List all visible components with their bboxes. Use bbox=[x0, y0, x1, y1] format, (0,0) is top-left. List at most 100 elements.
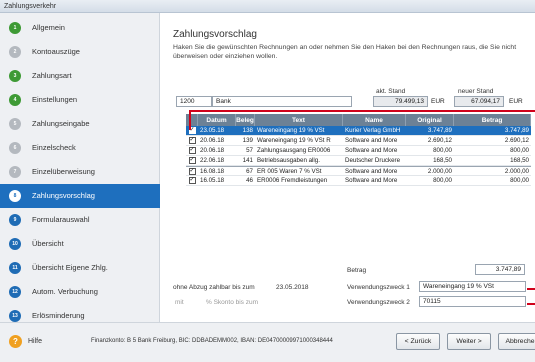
step-number-icon: 5 bbox=[9, 118, 21, 130]
step-number-icon: 4 bbox=[9, 94, 21, 106]
step-number-icon: 9 bbox=[9, 214, 21, 226]
sidebar-step-label: Einzelüberweisung bbox=[32, 167, 95, 176]
checkbox-check-icon[interactable]: ✓ bbox=[188, 176, 196, 184]
neuer-stand-currency: EUR bbox=[509, 98, 523, 105]
sidebar-step-label: Kontoauszüge bbox=[32, 47, 80, 56]
table-row[interactable]: ✓ 20.06.18 139 Wareneingang 19 % VSt R Softw… bbox=[186, 136, 531, 146]
row-checkbox[interactable]: ✓ bbox=[186, 176, 198, 185]
checkbox-check-icon[interactable]: ✓ bbox=[188, 156, 196, 164]
cell-betrag: 800,00 bbox=[510, 147, 529, 154]
sidebar-step-label: Autom. Verbuchung bbox=[32, 287, 98, 296]
sidebar-step-label: Allgemein bbox=[32, 23, 65, 32]
sidebar-step-11[interactable]: 11 Übersicht Eigene Zhlg. bbox=[0, 256, 160, 280]
cell-datum: 23.05.18 bbox=[200, 127, 225, 134]
col-header-beleg[interactable]: Beleg bbox=[236, 114, 255, 126]
help-link[interactable]: Hilfe bbox=[28, 338, 42, 345]
ohne-abzug-label: ohne Abzug zahlbar bis zum bbox=[173, 284, 255, 291]
ohne-abzug-date: 23.05.2018 bbox=[276, 284, 309, 291]
checkbox-check-icon[interactable]: ✓ bbox=[188, 136, 196, 144]
back-button[interactable]: < Zurück bbox=[396, 333, 440, 350]
finance-account-info: Finanzkonto: B 5 Bank Freiburg, BIC: DDB… bbox=[91, 338, 333, 344]
betrag-field[interactable]: 3.747,89 bbox=[475, 264, 525, 275]
col-header-text[interactable]: Text bbox=[255, 114, 343, 126]
verwendungszweck-2-field[interactable]: 70115 bbox=[419, 296, 526, 307]
sidebar-step-label: Zahlungsart bbox=[32, 71, 72, 80]
table-row[interactable]: ✓ 16.05.18 46 ER0006 Fremdleistungen Softwar… bbox=[186, 176, 531, 186]
col-header-datum[interactable]: Datum bbox=[198, 114, 236, 126]
cell-name: Software and More bbox=[345, 137, 398, 144]
cell-beleg: 139 bbox=[242, 137, 253, 144]
footer-bar: ? Hilfe Finanzkonto: B 5 Bank Freiburg, … bbox=[0, 322, 535, 362]
cell-datum: 22.06.18 bbox=[200, 157, 225, 164]
neuer-stand-value: 67.094,17 bbox=[454, 96, 504, 107]
cell-name: Software and More bbox=[345, 177, 398, 184]
checkbox-check-icon[interactable]: ✓ bbox=[188, 146, 196, 154]
cell-betrag: 168,50 bbox=[510, 157, 529, 164]
akt-stand-value: 79.499,13 bbox=[373, 96, 428, 107]
step-number-icon: 8 bbox=[9, 190, 21, 202]
step-number-icon: 3 bbox=[9, 70, 21, 82]
col-header-check[interactable] bbox=[186, 114, 198, 126]
step-number-icon: 11 bbox=[9, 262, 21, 274]
sidebar-step-1[interactable]: 1 Allgemein bbox=[0, 16, 160, 40]
row-checkbox[interactable]: ✓ bbox=[186, 126, 198, 135]
cell-text: ER0006 Fremdleistungen bbox=[257, 177, 328, 184]
cell-original: 800,00 bbox=[433, 147, 452, 154]
sidebar-step-6[interactable]: 6 Einzelscheck bbox=[0, 136, 160, 160]
verwendungszweck-1-field[interactable]: Wareneingang 19 % VSt bbox=[419, 281, 526, 292]
cell-betrag: 3.747,89 bbox=[504, 127, 529, 134]
step-number-icon: 10 bbox=[9, 238, 21, 250]
next-button[interactable]: Weiter > bbox=[447, 333, 491, 350]
sidebar-step-2[interactable]: 2 Kontoauszüge bbox=[0, 40, 160, 64]
sidebar-step-label: Einstellungen bbox=[32, 95, 78, 104]
annotation-line-vz2 bbox=[527, 303, 535, 305]
table-row[interactable]: ✓ 16.08.18 67 ER 005 Waren 7 % VSt Software … bbox=[186, 166, 531, 176]
cell-text: Betriebsausgaben allg. bbox=[257, 157, 320, 164]
cell-betrag: 800,00 bbox=[510, 177, 529, 184]
page-title: Zahlungsvorschlag bbox=[173, 29, 257, 40]
checkbox-check-icon[interactable]: ✓ bbox=[188, 167, 196, 175]
cell-beleg: 46 bbox=[246, 177, 253, 184]
sidebar-step-12[interactable]: 12 Autom. Verbuchung bbox=[0, 280, 160, 304]
cell-betrag: 2.000,00 bbox=[504, 168, 529, 175]
sidebar-step-label: Übersicht Eigene Zhlg. bbox=[32, 263, 108, 272]
sidebar-step-3[interactable]: 3 Zahlungsart bbox=[0, 64, 160, 88]
cell-beleg: 57 bbox=[246, 147, 253, 154]
sidebar-step-label: Zahlungsvorschlag bbox=[32, 191, 95, 200]
sidebar-step-4[interactable]: 4 Einstellungen bbox=[0, 88, 160, 112]
cell-datum: 16.08.18 bbox=[200, 168, 225, 175]
row-checkbox[interactable]: ✓ bbox=[186, 156, 198, 165]
row-checkbox[interactable]: ✓ bbox=[186, 136, 198, 145]
sidebar-step-5[interactable]: 5 Zahlungseingabe bbox=[0, 112, 160, 136]
cell-name: Software and More bbox=[345, 147, 398, 154]
cell-text: Wareneingang 19 % VSt R bbox=[257, 137, 331, 144]
sidebar-step-8[interactable]: 8 Zahlungsvorschlag bbox=[0, 184, 160, 208]
step-number-icon: 13 bbox=[9, 310, 21, 322]
main-panel: Zahlungsvorschlag Haken Sie die gewünsch… bbox=[161, 13, 535, 322]
sidebar-step-9[interactable]: 9 Formularauswahl bbox=[0, 208, 160, 232]
col-header-name[interactable]: Name bbox=[343, 114, 406, 126]
row-checkbox[interactable]: ✓ bbox=[186, 167, 198, 175]
table-row[interactable]: ✓ 22.06.18 141 Betriebsausgaben allg. Deutsc… bbox=[186, 156, 531, 166]
account-name-field[interactable]: Bank bbox=[212, 96, 352, 107]
cell-original: 3.747,89 bbox=[427, 127, 452, 134]
annotation-line-top bbox=[189, 110, 535, 112]
sidebar-step-7[interactable]: 7 Einzelüberweisung bbox=[0, 160, 160, 184]
vz1-label: Verwendungszweck 1 bbox=[347, 284, 410, 291]
sidebar-step-10[interactable]: 10 Übersicht bbox=[0, 232, 160, 256]
col-header-original[interactable]: Original bbox=[406, 114, 454, 126]
table-row[interactable]: ✓ 20.06.18 57 Zahlungsausgang ER0006 Softwar… bbox=[186, 146, 531, 156]
annotation-line-vertical bbox=[189, 110, 191, 130]
cancel-button[interactable]: Abbreche bbox=[498, 333, 535, 350]
vz2-label: Verwendungszweck 2 bbox=[347, 299, 410, 306]
cell-datum: 20.06.18 bbox=[200, 147, 225, 154]
step-number-icon: 2 bbox=[9, 46, 21, 58]
help-question-icon[interactable]: ? bbox=[9, 335, 22, 348]
cell-betrag: 2.690,12 bbox=[504, 137, 529, 144]
col-header-betrag[interactable]: Betrag bbox=[454, 114, 531, 126]
account-number-field[interactable]: 1200 bbox=[176, 96, 212, 107]
step-number-icon: 12 bbox=[9, 286, 21, 298]
row-checkbox[interactable]: ✓ bbox=[186, 146, 198, 155]
table-row[interactable]: ✓ 23.05.18 138 Wareneingang 19 % VSt Kurier … bbox=[186, 126, 531, 136]
cell-original: 2.000,00 bbox=[427, 168, 452, 175]
